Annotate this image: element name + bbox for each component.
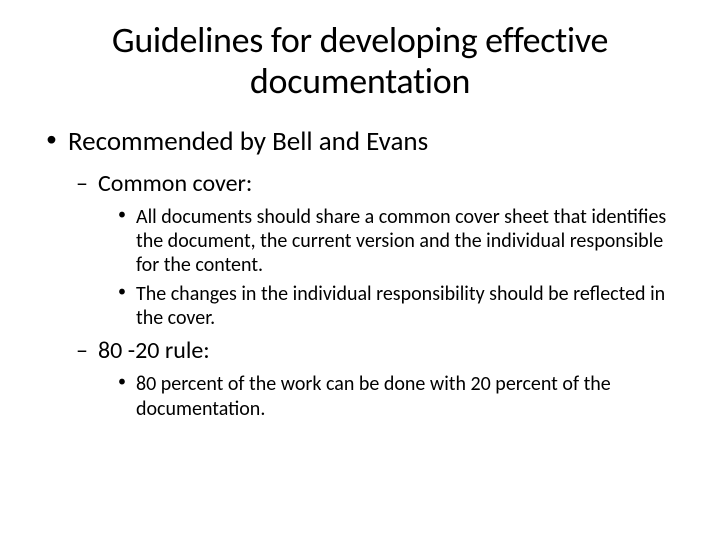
bullet-level3-item: The changes in the individual responsibi… xyxy=(40,282,680,331)
bullet-level2-item: Common cover: xyxy=(40,169,680,199)
bullet-level3-item: 80 percent of the work can be done with … xyxy=(40,372,680,421)
bullet-level2-item: 80 -20 rule: xyxy=(40,336,680,366)
bullet-level3-item: All documents should share a common cove… xyxy=(40,205,680,278)
bullet-level1-item: Recommended by Bell and Evans xyxy=(40,125,680,159)
slide-title: Guidelines for developing effective docu… xyxy=(40,20,680,103)
